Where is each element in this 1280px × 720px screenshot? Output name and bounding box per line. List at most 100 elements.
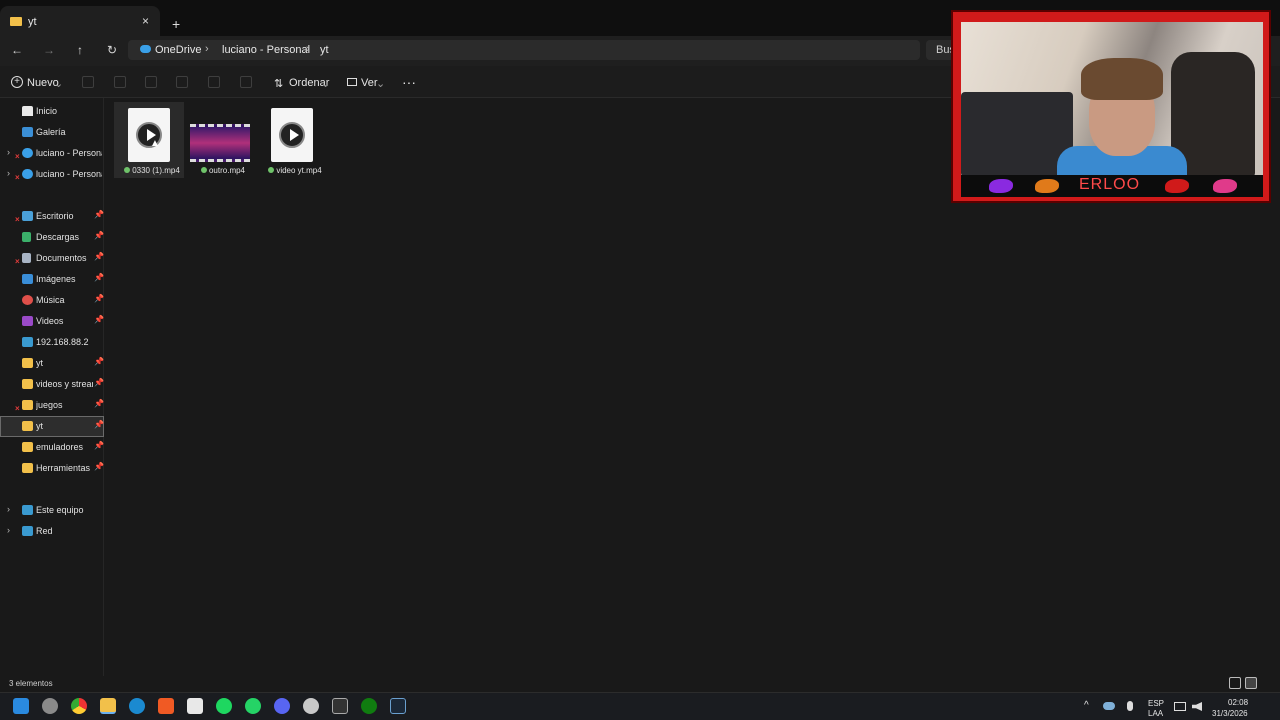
paste-icon[interactable] bbox=[145, 76, 157, 88]
chevron-down-icon: ⌄ bbox=[54, 78, 64, 90]
chatgpt-icon[interactable] bbox=[303, 698, 319, 714]
chevron-right-icon[interactable]: › bbox=[7, 525, 10, 535]
sidebar-item-escritorio[interactable]: × Escritorio 📌 bbox=[0, 206, 104, 227]
sidebar-item-musica[interactable]: Música 📌 bbox=[0, 290, 104, 311]
download-icon bbox=[22, 232, 31, 242]
xbox-icon[interactable] bbox=[361, 698, 377, 714]
file-explorer-icon[interactable] bbox=[100, 698, 116, 714]
cut-icon[interactable] bbox=[82, 76, 94, 88]
more-options-button[interactable]: ··· bbox=[402, 74, 416, 90]
music-icon bbox=[22, 295, 33, 305]
sidebar-item-yt[interactable]: yt 📌 bbox=[0, 353, 104, 374]
file-name: 0330 (1).mp4 bbox=[132, 166, 180, 175]
sidebar-item-onedrive-personal[interactable]: › × luciano - Personal bbox=[0, 164, 104, 185]
keyboard-layout[interactable]: LAA bbox=[1148, 709, 1163, 718]
pin-icon: 📌 bbox=[94, 315, 104, 324]
sidebar-item-herramientas[interactable]: Herramientas 📌 bbox=[0, 458, 104, 479]
steam-icon[interactable] bbox=[390, 698, 406, 714]
sidebar-item-imagenes[interactable]: Imágenes 📌 bbox=[0, 269, 104, 290]
sidebar-item-videos[interactable]: Videos 📌 bbox=[0, 311, 104, 332]
sidebar-item-documentos[interactable]: × Documentos 📌 bbox=[0, 248, 104, 269]
orange-beast-icon bbox=[1035, 179, 1059, 193]
chevron-right-icon[interactable]: › bbox=[7, 504, 10, 514]
file-item[interactable]: outro.mp4 bbox=[185, 102, 255, 178]
breadcrumb-luciano-personal[interactable]: luciano - Personal bbox=[222, 44, 310, 56]
navigation-pane: Inicio Galería › × luciano - Personal › … bbox=[0, 98, 104, 676]
tab-yt[interactable]: yt × bbox=[0, 6, 160, 36]
chevron-down-icon: ⌄ bbox=[321, 78, 331, 90]
error-icon: × bbox=[15, 257, 20, 266]
brave-icon[interactable] bbox=[158, 698, 174, 714]
refresh-button[interactable]: ↻ bbox=[103, 42, 121, 58]
sidebar-item-yt-selected[interactable]: yt 📌 bbox=[0, 416, 104, 437]
spotify-icon[interactable] bbox=[216, 698, 232, 714]
sidebar-item-label: Imágenes bbox=[36, 274, 76, 284]
video-thumbnail bbox=[190, 124, 250, 162]
sidebar-item-este-equipo[interactable]: › Este equipo bbox=[0, 500, 104, 521]
pin-icon: 📌 bbox=[94, 462, 104, 471]
pin-icon: 📌 bbox=[94, 231, 104, 240]
status-item-count: 3 elementos bbox=[9, 679, 53, 688]
copy-icon[interactable] bbox=[114, 76, 126, 88]
error-icon: × bbox=[15, 215, 20, 224]
new-tab-button[interactable]: + bbox=[172, 16, 180, 32]
sidebar-item-label: yt bbox=[36, 421, 44, 431]
sidebar-item-label: Música bbox=[36, 295, 65, 305]
forward-button[interactable]: → bbox=[40, 42, 58, 58]
onedrive-tray-icon[interactable] bbox=[1103, 702, 1115, 710]
breadcrumb-yt[interactable]: yt bbox=[320, 44, 329, 56]
language-code[interactable]: ESP bbox=[1148, 699, 1164, 708]
chrome-icon[interactable] bbox=[71, 698, 87, 714]
sidebar-item-emuladores[interactable]: emuladores 📌 bbox=[0, 437, 104, 458]
onedrive-icon bbox=[140, 45, 151, 53]
breadcrumb-separator: › bbox=[306, 43, 310, 55]
store-icon[interactable] bbox=[187, 698, 203, 714]
details-view-button[interactable] bbox=[1229, 677, 1241, 689]
epic-games-icon[interactable] bbox=[332, 698, 348, 714]
discord-icon[interactable] bbox=[274, 698, 290, 714]
up-button[interactable]: ↑ bbox=[71, 42, 89, 58]
sidebar-item-label: Escritorio bbox=[36, 211, 74, 221]
sidebar-item-onedrive-personal[interactable]: › × luciano - Personal bbox=[0, 143, 104, 164]
sidebar-item-descargas[interactable]: Descargas 📌 bbox=[0, 227, 104, 248]
breadcrumb-separator: › bbox=[205, 43, 209, 55]
whatsapp-icon[interactable] bbox=[245, 698, 261, 714]
clock-date[interactable]: 31/3/2026 bbox=[1212, 709, 1248, 718]
delete-icon[interactable] bbox=[240, 76, 252, 88]
file-item[interactable]: 0330 (1).mp4 bbox=[114, 102, 184, 178]
clock-time[interactable]: 02:08 bbox=[1228, 698, 1248, 707]
start-icon[interactable] bbox=[13, 698, 29, 714]
sidebar-item-label: Videos bbox=[36, 316, 64, 326]
breadcrumb-onedrive[interactable]: OneDrive bbox=[155, 44, 201, 56]
edge-icon[interactable] bbox=[129, 698, 145, 714]
sidebar-item-label: Descargas bbox=[36, 232, 80, 242]
chevron-down-icon: ⌄ bbox=[376, 78, 386, 90]
synced-icon bbox=[124, 167, 131, 173]
file-item[interactable]: video yt.mp4 bbox=[257, 102, 327, 178]
webcam-name-bar: ERLOO bbox=[961, 175, 1263, 197]
folder-icon bbox=[22, 379, 33, 389]
folder-icon bbox=[22, 358, 33, 368]
documents-icon bbox=[22, 253, 31, 263]
sidebar-item-galeria[interactable]: Galería bbox=[0, 122, 104, 143]
microphone-icon[interactable] bbox=[1127, 701, 1133, 711]
sidebar-item-videos-y-streams[interactable]: videos y streams 📌 bbox=[0, 374, 104, 395]
pin-icon: 📌 bbox=[94, 210, 104, 219]
settings-icon[interactable] bbox=[42, 698, 58, 714]
sidebar-item-network-drive[interactable]: 192.168.88.2 bbox=[0, 332, 104, 353]
video-file-icon bbox=[128, 108, 170, 162]
sidebar-item-juegos[interactable]: × juegos 📌 bbox=[0, 395, 104, 416]
back-button[interactable]: ← bbox=[8, 42, 26, 58]
network-tray-icon[interactable] bbox=[1174, 702, 1186, 711]
tray-overflow-button[interactable]: ^ bbox=[1084, 700, 1089, 711]
purple-beast-icon bbox=[989, 179, 1013, 193]
gallery-icon bbox=[22, 127, 33, 137]
close-tab-button[interactable]: × bbox=[142, 14, 149, 28]
sidebar-item-inicio[interactable]: Inicio bbox=[0, 101, 104, 122]
sidebar-item-red[interactable]: › Red bbox=[0, 521, 104, 542]
rename-icon[interactable] bbox=[176, 76, 188, 88]
chevron-right-icon[interactable]: › bbox=[7, 147, 10, 157]
chevron-right-icon[interactable]: › bbox=[7, 168, 10, 178]
tiles-view-button[interactable] bbox=[1245, 677, 1257, 689]
share-icon[interactable] bbox=[208, 76, 220, 88]
